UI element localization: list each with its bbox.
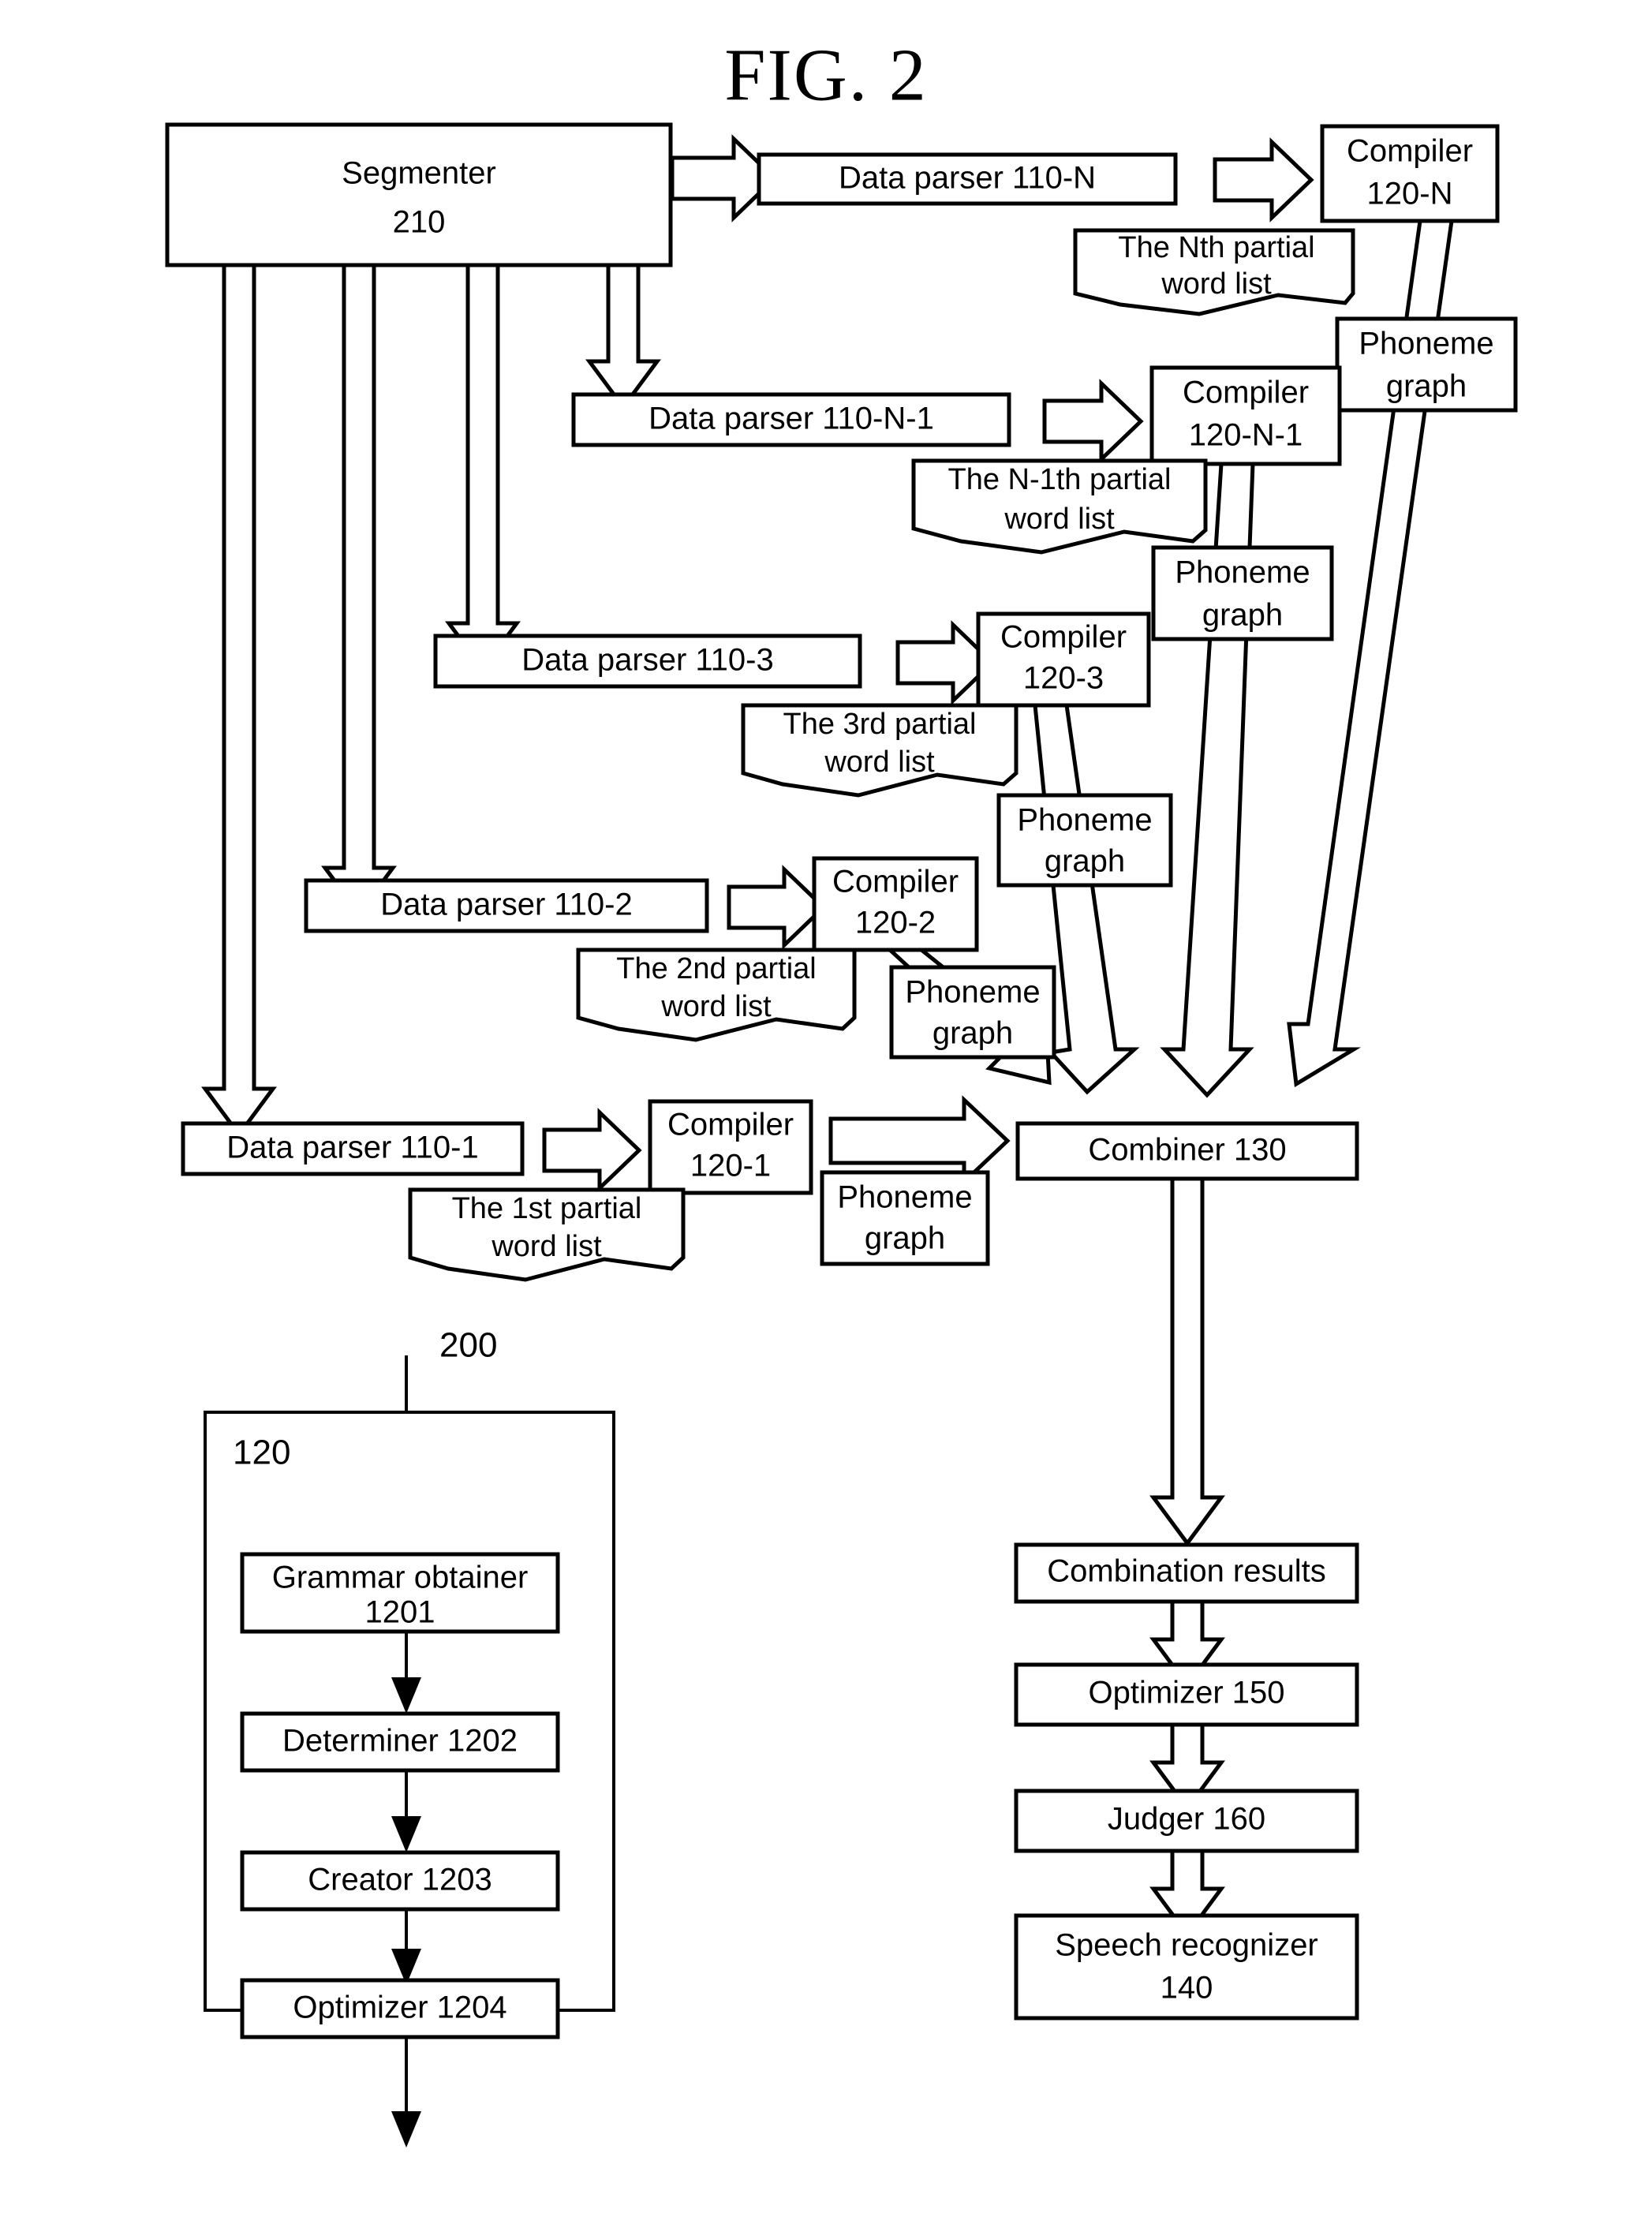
phoneme-graph-label-3-line2: graph	[1045, 844, 1125, 879]
phoneme-graph-label-N-line2: graph	[1386, 369, 1467, 404]
compiler-label-1-line1: Compiler	[667, 1108, 794, 1142]
parser-label-N: Data parser 110-N	[839, 161, 1096, 196]
ref-label-200: 200	[439, 1326, 497, 1365]
parser-label-N-1: Data parser 110-N-1	[648, 402, 934, 436]
figure-sheet: FIG. 2 Segmenter 210 Data parser 110-N C…	[0, 0, 1652, 2213]
segmenter-box[interactable]	[165, 122, 673, 267]
speech-recognizer-label-line1: Speech recognizer	[1055, 1928, 1318, 1963]
optimizer-150-label: Optimizer 150	[1089, 1676, 1285, 1710]
determiner-label: Determiner 1202	[282, 1724, 518, 1759]
word-list-label-3-line1: The 3rd partial	[783, 708, 976, 741]
parser-label-3: Data parser 110-3	[521, 643, 773, 678]
arrow-segmenter-to-parser-N-1	[585, 263, 661, 411]
compiler-label-3-line2: 120-3	[1023, 661, 1104, 696]
grammar-obtainer-label-line2: 1201	[365, 1595, 435, 1630]
diagram-canvas: FIG. 2 Segmenter 210 Data parser 110-N C…	[165, 35, 1518, 2148]
phoneme-graph-label-N-1-line1: Phoneme	[1175, 555, 1310, 590]
arrow-segmenter-to-parser-2	[321, 263, 397, 918]
figure-title: FIG. 2	[724, 35, 927, 117]
phoneme-graph-label-3-line1: Phoneme	[1017, 803, 1152, 838]
segmenter-label-line2: 210	[393, 205, 446, 240]
combination-results-label: Combination results	[1047, 1554, 1326, 1589]
compiler-label-N-line2: 120-N	[1367, 177, 1453, 211]
phoneme-graph-label-1-line1: Phoneme	[837, 1180, 972, 1215]
arrow-detail-exit-head	[391, 2111, 421, 2148]
phoneme-graph-label-1-line2: graph	[865, 1221, 945, 1256]
creator-label: Creator 1203	[308, 1863, 491, 1897]
compiler-label-N-1-line1: Compiler	[1183, 376, 1309, 410]
combiner-label: Combiner 130	[1088, 1133, 1286, 1168]
optimizer-1204-label: Optimizer 1204	[293, 1991, 506, 2025]
parser-label-1: Data parser 110-1	[226, 1131, 478, 1165]
phoneme-graph-label-N-line1: Phoneme	[1359, 327, 1493, 361]
compiler-label-N-1-line2: 120-N-1	[1189, 418, 1303, 453]
phoneme-graph-label-2-line2: graph	[933, 1016, 1013, 1051]
grammar-obtainer-label-line1: Grammar obtainer	[272, 1561, 529, 1595]
word-list-label-N-line1: The Nth partial	[1118, 231, 1314, 264]
arrow-compiler-1-to-combiner	[828, 1095, 1011, 1187]
arrow-segmenter-to-parser-3	[445, 263, 521, 673]
word-list-label-3-line2: word list	[824, 746, 935, 779]
word-list-label-2-line1: The 2nd partial	[616, 952, 817, 985]
parser-label-2: Data parser 110-2	[380, 888, 632, 922]
arrow-combiner-to-results	[1149, 1176, 1225, 1547]
compiler-label-1-line2: 120-1	[690, 1149, 771, 1183]
arrow-parser-2-to-compiler-2	[727, 865, 827, 950]
word-list-label-1-line2: word list	[491, 1230, 602, 1263]
arrow-parser-N-to-compiler-N	[1213, 137, 1314, 222]
phoneme-graph-label-2-line1: Phoneme	[905, 975, 1040, 1010]
compiler-label-2-line1: Compiler	[832, 865, 959, 899]
compiler-label-2-line2: 120-2	[855, 906, 936, 940]
arrow-segmenter-to-parser-1	[201, 263, 277, 1138]
ref-label-120: 120	[233, 1434, 290, 1472]
arrow-parser-1-to-compiler-1	[542, 1108, 642, 1193]
phoneme-graph-label-N-1-line2: graph	[1202, 598, 1283, 633]
word-list-label-N-line2: word list	[1161, 267, 1272, 301]
compiler-detail-container	[204, 1411, 615, 2012]
word-list-label-N-1-line2: word list	[1004, 503, 1115, 536]
compiler-label-3-line1: Compiler	[1000, 620, 1127, 655]
word-list-label-N-1-line1: The N-1th partial	[947, 463, 1171, 496]
word-list-label-2-line2: word list	[660, 990, 772, 1023]
judger-label: Judger 160	[1108, 1802, 1265, 1837]
arrow-parser-N-1-to-compiler-N-1	[1042, 379, 1144, 464]
word-list-label-1-line1: The 1st partial	[452, 1192, 642, 1225]
speech-recognizer-label-line2: 140	[1161, 1971, 1213, 2006]
segmenter-label-line1: Segmenter	[342, 156, 496, 191]
compiler-label-N-line1: Compiler	[1347, 134, 1473, 169]
